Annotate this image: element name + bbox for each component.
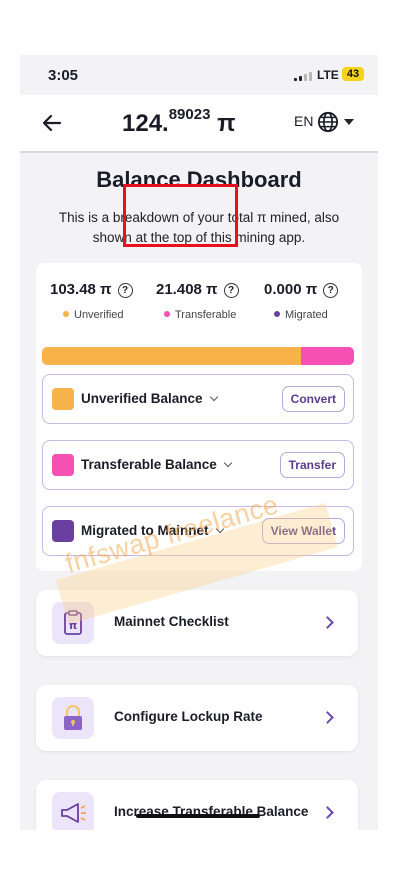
balance-progress-bar — [42, 347, 354, 365]
chevron-right-icon[interactable] — [321, 711, 334, 724]
row-label: Transferable Balance — [81, 457, 233, 472]
language-dropdown-icon[interactable] — [344, 119, 354, 125]
back-arrow-icon[interactable] — [40, 111, 64, 135]
transferable-label: Transferable — [164, 309, 236, 321]
transferable-swatch — [52, 454, 74, 476]
row-label: Unverified Balance — [81, 391, 218, 406]
unverified-balance-row[interactable]: Unverified Balance Convert — [42, 374, 354, 424]
unverified-stat: 103.48 π? — [50, 281, 133, 298]
signal-icon — [294, 71, 312, 81]
language-label[interactable]: EN — [294, 113, 313, 129]
status-time: 3:05 — [48, 67, 79, 84]
migrated-stat: 0.000 π? — [264, 281, 339, 298]
globe-icon[interactable] — [317, 111, 339, 133]
chevron-right-icon[interactable] — [321, 806, 334, 819]
status-bar: 3:05 LTE 43 — [20, 55, 378, 95]
highlight-annotation-box — [123, 184, 238, 247]
migrated-label: Migrated — [274, 309, 328, 321]
list-item-label: Mainnet Checklist — [114, 614, 229, 629]
increase-transferable-balance-item[interactable]: Increase Transferable Balance — [36, 780, 358, 830]
migrated-dot — [274, 311, 280, 317]
balance-fraction: 89023 — [168, 106, 211, 123]
list-item-label: Configure Lockup Rate — [114, 709, 263, 724]
home-indicator[interactable] — [136, 814, 260, 818]
unverified-bar-segment — [42, 347, 301, 365]
unverified-label: Unverified — [63, 309, 124, 321]
header-balance: 124.89023 π — [122, 106, 236, 137]
transferable-dot — [164, 311, 170, 317]
help-icon[interactable]: ? — [323, 283, 339, 298]
convert-button[interactable]: Convert — [281, 386, 345, 412]
migrated-swatch — [52, 520, 74, 542]
app-screen: 3:05 LTE 43 124.89023 π EN Balance Dashb… — [20, 55, 378, 830]
configure-lockup-rate-item[interactable]: Configure Lockup Rate — [36, 685, 358, 751]
lock-icon — [52, 697, 94, 739]
transferable-value: 21.408 π — [156, 281, 218, 298]
unverified-value: 103.48 π — [50, 281, 112, 298]
megaphone-icon — [52, 792, 94, 830]
chevron-down-icon[interactable] — [223, 458, 233, 468]
network-type: LTE — [317, 68, 339, 82]
help-icon[interactable]: ? — [223, 283, 239, 298]
help-icon[interactable]: ? — [117, 283, 133, 298]
transferable-bar-segment — [300, 347, 354, 365]
unverified-swatch — [52, 388, 74, 410]
unverified-dot — [63, 311, 69, 317]
migrated-value: 0.000 π — [264, 281, 318, 298]
transferable-stat: 21.408 π? — [156, 281, 239, 298]
pi-symbol: π — [217, 110, 236, 137]
app-header: 124.89023 π EN — [20, 95, 378, 153]
chevron-down-icon[interactable] — [209, 392, 218, 402]
battery-icon: 43 — [342, 67, 364, 81]
transfer-button[interactable]: Transfer — [279, 452, 345, 478]
chevron-right-icon[interactable] — [321, 616, 334, 629]
